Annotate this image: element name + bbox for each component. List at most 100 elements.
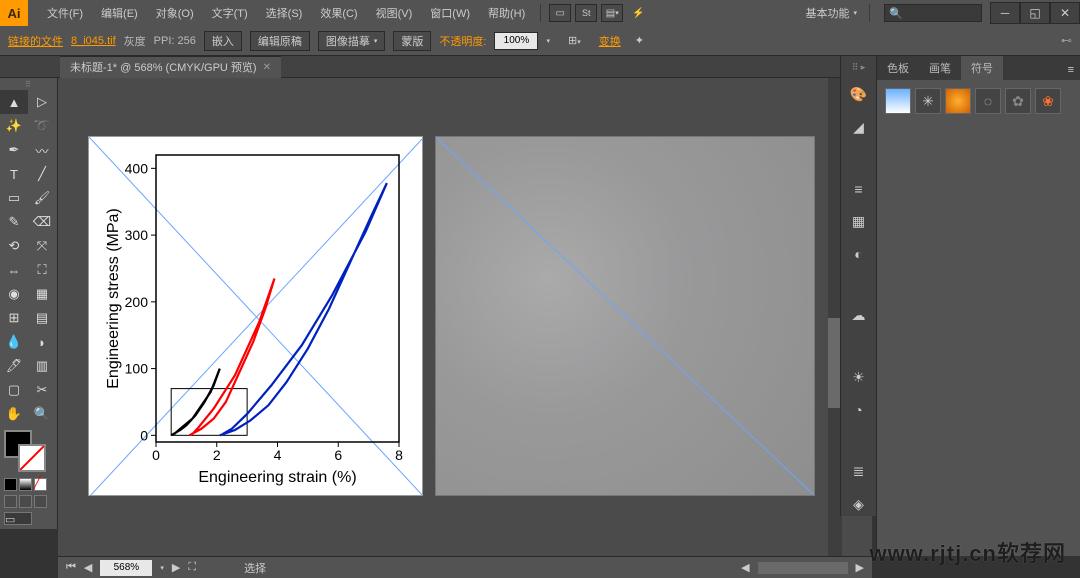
zoom-dropdown-icon[interactable]: ▾	[160, 564, 164, 572]
shape-builder-tool[interactable]: ◉	[0, 282, 28, 306]
direct-selection-tool[interactable]: ▷	[28, 90, 56, 114]
menu-select[interactable]: 选择(S)	[257, 1, 312, 25]
hscroll-thumb[interactable]	[758, 562, 848, 574]
graphic-styles-panel-icon[interactable]: ◔	[847, 399, 871, 422]
minimize-button[interactable]: ─	[990, 2, 1020, 24]
rectangle-tool[interactable]: ▭	[0, 186, 28, 210]
symbol-4[interactable]: ◌	[975, 88, 1001, 114]
perspective-tool[interactable]: ▦	[28, 282, 56, 306]
color-guide-panel-icon[interactable]: ◢	[847, 116, 871, 139]
magic-wand-tool[interactable]: ✨	[0, 114, 28, 138]
eraser-tool[interactable]: ⌫	[28, 210, 56, 234]
tab-swatches[interactable]: 色板	[877, 56, 919, 80]
stroke-panel-icon[interactable]: ≡	[847, 177, 871, 200]
align-icon[interactable]: ⊞▾	[568, 34, 581, 47]
symbol-1[interactable]	[885, 88, 911, 114]
symbol-sprayer-tool[interactable]: 🖊	[0, 354, 28, 378]
blend-tool[interactable]: ◗	[28, 330, 56, 354]
menu-help[interactable]: 帮助(H)	[479, 1, 534, 25]
gradient-panel-icon[interactable]: ▦	[847, 210, 871, 233]
artboard-tool[interactable]: ▢	[0, 378, 28, 402]
doc-layout-icon[interactable]: ▭	[549, 4, 571, 22]
symbol-2[interactable]: ✳	[915, 88, 941, 114]
menu-object[interactable]: 对象(O)	[147, 1, 203, 25]
close-button[interactable]: ✕	[1050, 2, 1080, 24]
menu-edit[interactable]: 编辑(E)	[92, 1, 147, 25]
pencil-tool[interactable]: ✎	[0, 210, 28, 234]
curvature-tool[interactable]: 〰	[28, 138, 56, 162]
libraries-panel-icon[interactable]: ☁	[847, 304, 871, 327]
paintbrush-tool[interactable]: 🖌	[28, 186, 56, 210]
gradient-tool[interactable]: ▤	[28, 306, 56, 330]
type-tool[interactable]: T	[0, 162, 28, 186]
arrange-icon[interactable]: ▤▾	[601, 4, 623, 22]
color-panel-icon[interactable]: 🎨	[847, 83, 871, 106]
color-mode-icon[interactable]	[4, 478, 17, 491]
opacity-dropdown-icon[interactable]: ▾	[546, 37, 550, 45]
layers-panel-icon[interactable]: ≣	[847, 461, 871, 484]
symbol-6[interactable]: ❀	[1035, 88, 1061, 114]
linked-file-label[interactable]: 链接的文件	[8, 33, 63, 49]
filename-link[interactable]: 8_i045.tif	[71, 35, 116, 47]
column-graph-tool[interactable]: ▥	[28, 354, 56, 378]
gradient-mode-icon[interactable]	[19, 478, 32, 491]
transform-icon[interactable]: ✦	[635, 34, 644, 47]
edit-original-button[interactable]: 编辑原稿	[250, 31, 310, 51]
tab-brushes[interactable]: 画笔	[919, 56, 961, 80]
free-transform-tool[interactable]: ⛶	[28, 258, 56, 282]
close-tab-icon[interactable]: ✕	[263, 62, 271, 73]
selection-tool[interactable]: ▲	[0, 90, 28, 114]
draw-behind-icon[interactable]	[19, 495, 32, 508]
image-trace-button[interactable]: 图像描摹▾	[318, 31, 386, 51]
prev-artboard-icon[interactable]: ◀	[84, 561, 92, 574]
width-tool[interactable]: ⇔	[0, 258, 28, 282]
stroke-swatch[interactable]	[18, 444, 46, 472]
workspace-switcher[interactable]: 基本功能▾	[799, 5, 863, 21]
none-mode-icon[interactable]: ╱	[34, 478, 47, 491]
screen-mode-icon[interactable]: ▭	[4, 512, 32, 525]
next-artboard-icon[interactable]: ▶	[172, 561, 180, 574]
panel-collapse-icon[interactable]: ⊷	[1061, 34, 1072, 47]
line-tool[interactable]: ╱	[28, 162, 56, 186]
fill-stroke-swatch[interactable]: ╱ ▭	[0, 426, 56, 529]
lasso-tool[interactable]: ➰	[28, 114, 56, 138]
slice-tool[interactable]: ✂	[28, 378, 56, 402]
pen-tool[interactable]: ✒	[0, 138, 28, 162]
transform-link[interactable]: 变换	[599, 33, 621, 49]
document-tab[interactable]: 未标题-1* @ 568% (CMYK/GPU 预览) ✕	[60, 56, 281, 78]
zoom-tool[interactable]: 🔍	[28, 402, 56, 426]
hscroll-left-icon[interactable]: ◀	[741, 561, 749, 574]
hscroll-right-icon[interactable]: ▶	[856, 561, 864, 574]
eyedropper-tool[interactable]: 💧	[0, 330, 28, 354]
artboard-chart[interactable]: 024680100200300400Engineering strain (%)…	[88, 136, 423, 496]
draw-inside-icon[interactable]	[34, 495, 47, 508]
artboard-nav-icon[interactable]: ⛶	[188, 561, 196, 574]
toolbox-grip[interactable]: ⠿	[0, 78, 56, 90]
menu-view[interactable]: 视图(V)	[367, 1, 422, 25]
opacity-input[interactable]: 100%	[494, 32, 538, 50]
tab-symbols[interactable]: 符号	[961, 56, 1003, 80]
transparency-panel-icon[interactable]: ◐	[847, 243, 871, 266]
hand-tool[interactable]: ✋	[0, 402, 28, 426]
rotate-tool[interactable]: ⟲	[0, 234, 28, 258]
menu-type[interactable]: 文字(T)	[203, 1, 257, 25]
menu-file[interactable]: 文件(F)	[38, 1, 92, 25]
first-artboard-icon[interactable]: ⏮	[66, 561, 76, 574]
maximize-button[interactable]: ◱	[1020, 2, 1050, 24]
scale-tool[interactable]: ⤧	[28, 234, 56, 258]
gpu-icon[interactable]: ⚡	[627, 4, 649, 22]
draw-normal-icon[interactable]	[4, 495, 17, 508]
mask-button[interactable]: 蒙版	[393, 31, 431, 51]
embed-button[interactable]: 嵌入	[204, 31, 242, 51]
st-icon[interactable]: St	[575, 4, 597, 22]
canvas-area[interactable]: 024680100200300400Engineering strain (%)…	[58, 78, 872, 556]
sidebar-grip-icon[interactable]: ⠿ ▸	[852, 62, 866, 73]
symbol-3[interactable]	[945, 88, 971, 114]
symbol-5[interactable]: ✿	[1005, 88, 1031, 114]
mesh-tool[interactable]: ⊞	[0, 306, 28, 330]
panel-menu-icon[interactable]: ≡	[1062, 60, 1080, 80]
search-input[interactable]: 🔍	[884, 4, 982, 22]
artboard-image[interactable]	[435, 136, 815, 496]
zoom-input[interactable]: 568%	[100, 560, 152, 576]
menu-window[interactable]: 窗口(W)	[421, 1, 479, 25]
